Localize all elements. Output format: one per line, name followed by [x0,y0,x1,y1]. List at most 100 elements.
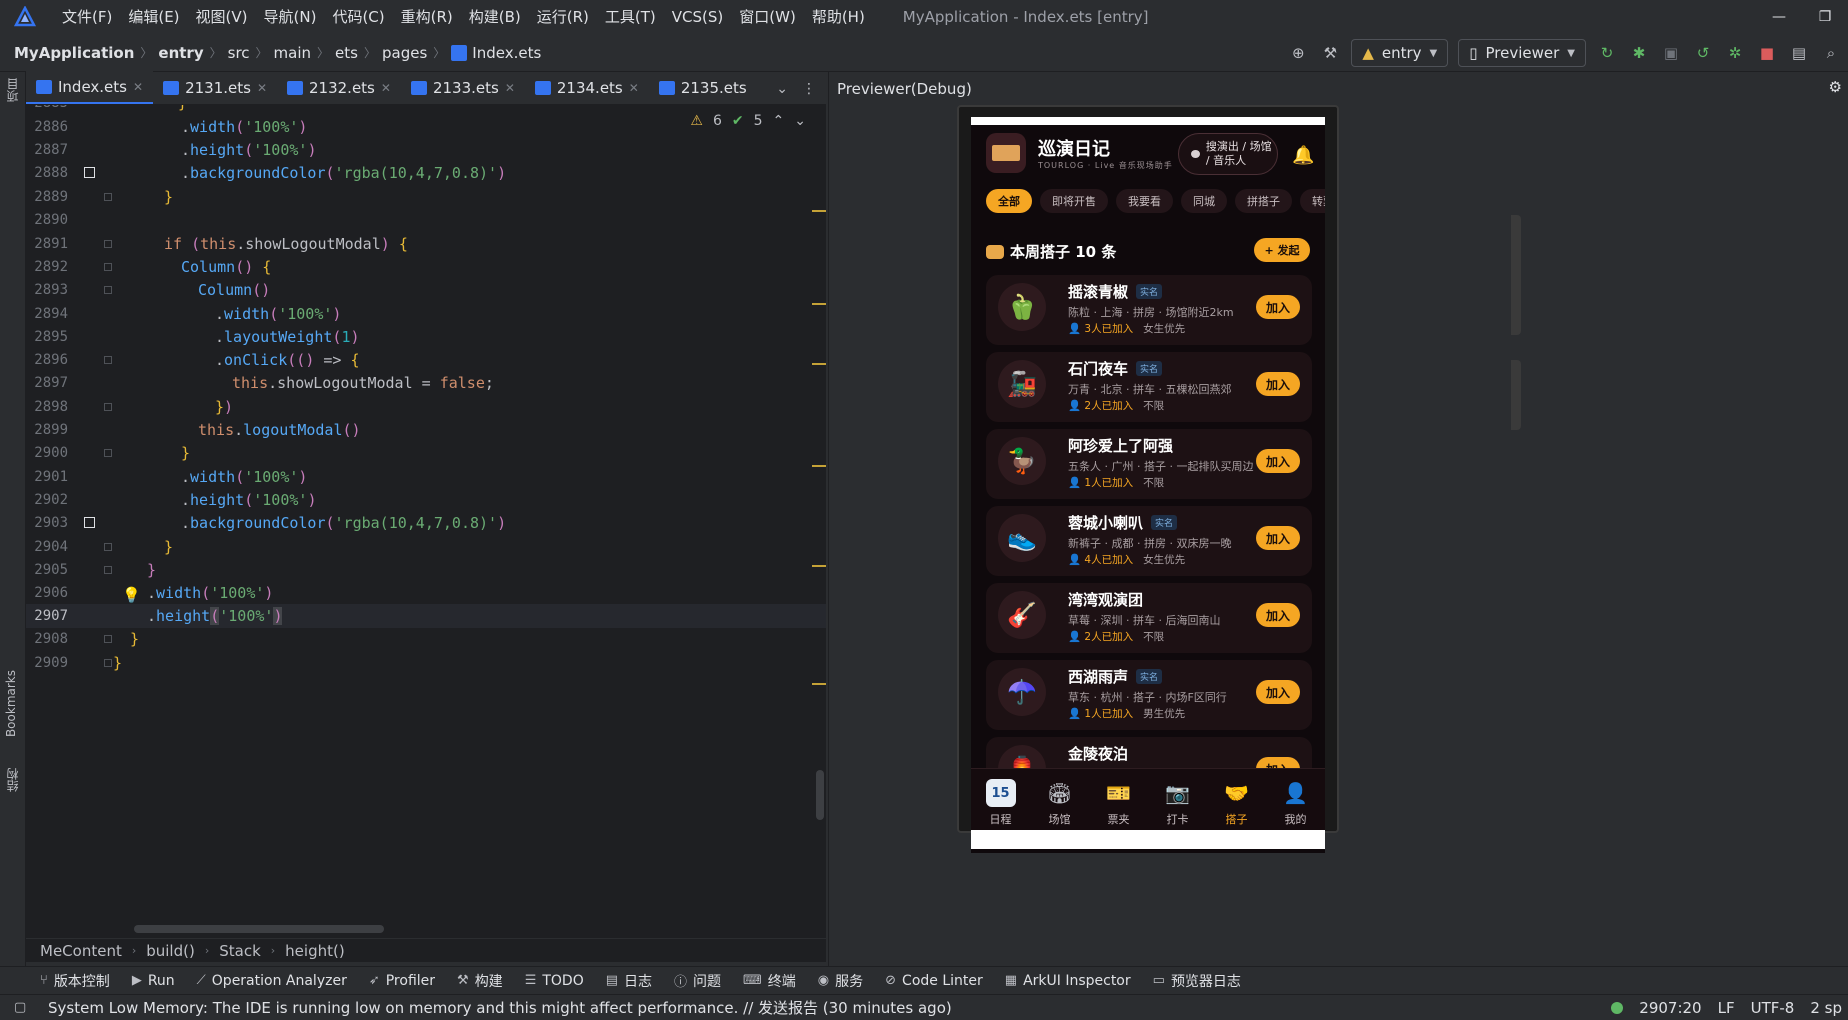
menu-window[interactable]: 窗口(W) [731,0,804,34]
tab-venue[interactable]: 🏟 场馆 [1030,769,1089,830]
join-button[interactable]: 加入 [1256,603,1300,627]
indent-setting[interactable]: 2 sp [1810,999,1842,1017]
line-separator[interactable]: LF [1718,999,1735,1017]
color-swatch-icon[interactable] [84,517,95,528]
tab-2135[interactable]: 2135.ets [649,71,757,104]
close-icon[interactable]: ✕ [629,81,639,95]
join-button[interactable]: 加入 [1256,372,1300,396]
chevron-down-icon[interactable]: ⌄ [776,81,788,97]
fold-icon[interactable] [104,566,112,574]
fold-icon[interactable] [104,286,112,294]
buddy-card[interactable]: 🦆 阿珍爱上了阿强 五条人 · 广州 · 搭子 · 一起排队买周边 👤 1人已加入 不限… [986,429,1312,499]
rerun-icon[interactable]: ↻ [1596,42,1618,64]
crumb-module[interactable]: entry [158,44,203,62]
hammer-icon[interactable]: ⚒ [1319,42,1341,64]
tab-index[interactable]: Index.ets ✕ [26,71,154,104]
launch-button[interactable]: + 发起 [1254,238,1310,262]
menu-tools[interactable]: 工具(T) [597,0,664,34]
menu-build[interactable]: 构建(B) [461,0,529,34]
tool-build[interactable]: ⚒ 构建 [457,971,503,991]
close-icon[interactable]: ✕ [133,80,143,94]
horizontal-scrollbar[interactable] [134,925,384,933]
structure-tool-button[interactable]: 结构 [4,768,21,792]
caret-position[interactable]: 2907:20 [1639,999,1701,1017]
crumb-src[interactable]: src [228,44,250,62]
tool-previewer-log[interactable]: ▭ 预览器日志 [1153,971,1241,991]
tab-2132[interactable]: 2132.ets ✕ [277,71,401,104]
profile-icon[interactable]: ✲ [1724,42,1746,64]
fold-icon[interactable] [104,240,112,248]
code-editor[interactable]: ⚠6 ✔5 ⌃ ⌄ 2885} 2886.width('100%') 2887.… [26,105,826,938]
fold-icon[interactable] [104,403,112,411]
warning-marker[interactable] [812,683,826,685]
tool-run[interactable]: ▶ Run [132,973,175,989]
menu-view[interactable]: 视图(V) [188,0,256,34]
crumb-project[interactable]: MyApplication [14,44,134,62]
menu-code[interactable]: 代码(C) [324,0,392,34]
warning-marker[interactable] [812,565,826,567]
tool-arkui-inspector[interactable]: ▦ ArkUI Inspector [1005,973,1131,989]
warning-marker[interactable] [812,363,826,365]
chip-buddy[interactable]: 拼搭子 [1235,189,1292,213]
tab-schedule[interactable]: 15 日程 [971,769,1030,830]
tool-profiler[interactable]: ➶ Profiler [369,973,435,989]
fold-icon[interactable] [104,543,112,551]
fold-icon[interactable] [104,635,112,643]
tab-2131[interactable]: 2131.ets ✕ [153,71,277,104]
crumb-ets[interactable]: ets [335,44,358,62]
join-button[interactable]: 加入 [1256,680,1300,704]
restore-button[interactable]: ❐ [1802,0,1848,34]
crumb-component[interactable]: MeContent [40,942,122,960]
more-vertical-icon[interactable]: ⋮ [802,81,816,97]
reload-icon[interactable]: ↺ [1692,42,1714,64]
join-button[interactable]: 加入 [1256,449,1300,473]
close-icon[interactable]: ✕ [257,81,267,95]
bell-icon[interactable]: 🔔 [1292,145,1314,166]
stop-icon[interactable]: ■ [1756,42,1778,64]
buddy-card[interactable]: 🫑 摇滚青椒 实名 陈粒 · 上海 · 拼房 · 场馆附近2km 👤 3人已加入 女生优先… [986,275,1312,345]
buddy-card[interactable]: 🎸 湾湾观演团 草莓 · 深圳 · 拼车 · 后海回南山 👤 2人已加入 不限 加入 [986,583,1312,653]
join-button[interactable]: 加入 [1256,526,1300,550]
warning-marker[interactable] [812,303,826,305]
crumb-pages[interactable]: pages [382,44,427,62]
bookmarks-tool-button[interactable]: Bookmarks [4,670,18,737]
tool-problems[interactable]: ⓘ 问题 [674,971,721,991]
menu-file[interactable]: 文件(F) [54,0,120,34]
menu-refactor[interactable]: 重构(R) [393,0,461,34]
tab-buddy[interactable]: 🤝 搭子 [1207,769,1266,830]
vertical-scrollbar[interactable] [816,770,824,820]
tool-terminal[interactable]: ⌨ 终端 [743,971,796,991]
warning-marker[interactable] [812,210,826,212]
close-icon[interactable]: ✕ [505,81,515,95]
menu-vcs[interactable]: VCS(S) [664,0,731,34]
fold-icon[interactable] [104,263,112,271]
device-screen[interactable]: 巡演日记 TOURLOG · Live 音乐现场助手 搜演出 / 场馆 / 音乐… [971,117,1325,853]
tool-vcs[interactable]: ⑂ 版本控制 [40,971,110,991]
crumb-main[interactable]: main [274,44,311,62]
menu-help[interactable]: 帮助(H) [804,0,873,34]
gear-icon[interactable]: ⚙ [1829,78,1842,96]
module-select[interactable]: ▲ entry ▼ [1351,39,1449,67]
buddy-card[interactable]: 🚂 石门夜车 实名 万青 · 北京 · 拼车 · 五棵松回燕郊 👤 2人已加入 不限 加入 [986,352,1312,422]
chip-resale[interactable]: 转票 [1300,189,1325,213]
fold-icon[interactable] [104,356,112,364]
menu-run[interactable]: 运行(R) [529,0,597,34]
debug-icon[interactable]: ✱ [1628,42,1650,64]
tool-code-linter[interactable]: ⊘ Code Linter [885,973,983,989]
target-icon[interactable]: ⊕ [1287,42,1309,64]
color-swatch-icon[interactable] [84,167,95,178]
crumb-method[interactable]: build() [146,942,195,960]
chip-want[interactable]: 我要看 [1116,189,1173,213]
tool-operation-analyzer[interactable]: ⟋ Operation Analyzer [197,973,347,989]
tool-services[interactable]: ◉ 服务 [818,971,863,991]
window-layout-icon[interactable]: ▢ [14,1000,26,1015]
chip-local[interactable]: 同城 [1181,189,1227,213]
join-button[interactable]: 加入 [1256,295,1300,319]
crumb-node[interactable]: Stack [219,942,261,960]
buddy-card[interactable]: 👟 蓉城小喇叭 实名 新裤子 · 成都 · 拼房 · 双床房一晚 👤 4人已加入 女生优先… [986,506,1312,576]
file-encoding[interactable]: UTF-8 [1751,999,1795,1017]
project-tool-button[interactable]: 项目 [4,78,21,102]
tab-me[interactable]: 👤 我的 [1266,769,1325,830]
crumb-file[interactable]: Index.ets [472,44,541,62]
attach-icon[interactable]: ▣ [1660,42,1682,64]
